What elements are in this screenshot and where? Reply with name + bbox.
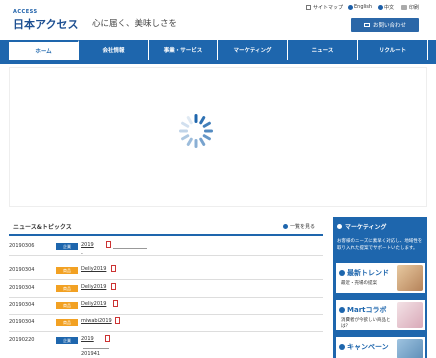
pdf-icon[interactable] <box>115 317 120 324</box>
pdf-icon[interactable] <box>106 241 111 248</box>
nav-label: リクルート <box>378 48 407 54</box>
card-title: キャンペーン <box>339 342 389 352</box>
marketing-panel: マーケティング お客様のニーズに素早く対応し、地域性を取り入れた提案でサポートい… <box>333 217 427 358</box>
hero-slider[interactable] <box>9 67 427 207</box>
pdf-icon[interactable] <box>111 265 116 272</box>
news-row: 20190304 商品 Deliy2019 <box>9 263 323 280</box>
sitemap-link[interactable]: サイトマップ <box>306 4 343 11</box>
news-link[interactable]: 2019 <box>81 242 94 248</box>
mail-icon <box>363 23 370 27</box>
card-title-text: Martコラボ <box>347 306 387 314</box>
chinese-label: 中文 <box>384 5 395 11</box>
news-date: 20190304 <box>9 302 35 308</box>
english-label: English <box>354 4 373 10</box>
english-link[interactable]: English <box>348 4 372 10</box>
nav-recruit[interactable]: リクルート <box>358 40 428 60</box>
nav-business[interactable]: 事業・サービス <box>149 40 218 60</box>
globe-icon <box>348 4 353 10</box>
card-image <box>397 265 423 291</box>
news-row: 20190304 商品 Deliy2019 <box>9 281 323 298</box>
card-title: 最新トレンド <box>339 268 389 278</box>
card-subtitle: 最近・売場の提案 <box>341 281 377 286</box>
news-link[interactable]: Deliy2019 <box>81 284 106 290</box>
link-underline <box>113 248 147 249</box>
nav-label: 会社情報 <box>102 48 125 54</box>
category-badge: 商品 <box>56 285 78 292</box>
contact-button[interactable]: お問い合わせ <box>351 18 419 32</box>
news-row: 20190220 企業 2019 <box>9 333 323 350</box>
contact-label: お問い合わせ <box>372 23 406 29</box>
print-button[interactable]: 印刷 <box>401 4 419 11</box>
marketing-title-text: マーケティング <box>345 224 387 231</box>
logo-main-text: 日本アクセス <box>13 18 79 31</box>
nav-news[interactable]: ニュース <box>288 40 358 60</box>
news-link[interactable]: Deliy2019 <box>81 301 106 307</box>
globe-icon <box>378 5 383 10</box>
card-subtitle: 消費者が今欲しい商品とは？ <box>341 318 391 329</box>
arrow-circle-icon <box>339 344 345 350</box>
news-more-label: 一覧を見る <box>289 224 315 230</box>
arrow-circle-icon <box>339 270 345 276</box>
arrow-circle-icon <box>339 307 345 313</box>
news-row: 20190306 企業 2019 <box>9 239 323 256</box>
nav-label: マーケティング <box>233 48 272 54</box>
news-date: 20190304 <box>9 319 35 325</box>
sitemap-icon <box>306 5 311 10</box>
marketing-description: お客様のニーズに素早く対応し、地域性を取り入れた提案でサポートいたします。 <box>337 239 423 251</box>
plus-circle-icon <box>282 224 288 229</box>
news-title: ニュース&トピックス <box>13 224 72 231</box>
company-logo[interactable]: ACCESS 日本アクセス <box>13 9 78 32</box>
news-row: 20190304 商品 Deliy2019 <box>9 298 323 315</box>
logo-small-text: ACCESS <box>13 9 38 15</box>
pdf-icon[interactable] <box>111 283 116 290</box>
news-extra: 201941 <box>81 351 101 357</box>
news-link[interactable]: miwabi2019 <box>81 318 112 324</box>
arrow-circle-icon <box>337 224 342 229</box>
card-image <box>397 302 423 328</box>
campaign-card[interactable]: キャンペーン <box>336 337 425 358</box>
card-title: Martコラボ <box>339 305 387 315</box>
nav-home[interactable]: ホーム <box>9 40 79 60</box>
news-date: 20190306 <box>9 243 35 249</box>
news-extra: - <box>81 251 83 257</box>
news-date: 20190304 <box>9 267 35 273</box>
nav-label: 事業・サービス <box>163 48 203 54</box>
news-header: ニュース&トピックス 一覧を見る <box>9 218 323 236</box>
category-badge: 企業 <box>56 337 78 344</box>
link-underline <box>83 348 109 349</box>
category-badge: 商品 <box>56 319 78 326</box>
trend-card[interactable]: 最新トレンド 最近・売場の提案 <box>336 263 425 293</box>
loading-spinner-icon <box>179 114 213 148</box>
marketing-title[interactable]: マーケティング <box>337 222 387 231</box>
print-label: 印刷 <box>409 5 420 11</box>
news-date: 20190220 <box>9 337 35 343</box>
nav-label: ニュース <box>311 48 334 54</box>
news-date: 20190304 <box>9 285 35 291</box>
card-title-text: キャンペーン <box>347 343 389 351</box>
nav-company[interactable]: 会社情報 <box>79 40 149 60</box>
pdf-icon[interactable] <box>105 335 110 342</box>
site-header: ACCESS 日本アクセス 心に届く、美味しさを サイトマップ English … <box>0 0 436 40</box>
global-nav: ホーム 会社情報 事業・サービス マーケティング ニュース リクルート <box>0 40 436 60</box>
card-image <box>397 339 423 358</box>
mart-collab-card[interactable]: Martコラボ 消費者が今欲しい商品とは？ <box>336 300 425 330</box>
category-badge: 商品 <box>56 267 78 274</box>
category-badge: 企業 <box>56 243 78 250</box>
chinese-link[interactable]: 中文 <box>378 4 394 11</box>
nav-underline <box>0 60 436 64</box>
sitemap-label: サイトマップ <box>313 5 344 11</box>
card-title-text: 最新トレンド <box>347 269 389 277</box>
news-link[interactable]: 2019 <box>81 336 94 342</box>
news-link[interactable]: Deliy2019 <box>81 266 106 272</box>
news-row: 20190304 商品 miwabi2019 <box>9 315 323 332</box>
printer-icon <box>401 5 407 10</box>
pdf-icon[interactable] <box>113 300 118 307</box>
category-badge: 商品 <box>56 302 78 309</box>
nav-marketing[interactable]: マーケティング <box>218 40 288 60</box>
nav-label: ホーム <box>35 49 52 55</box>
news-more-link[interactable]: 一覧を見る <box>282 223 315 230</box>
tagline: 心に届く、美味しさを <box>92 19 178 29</box>
